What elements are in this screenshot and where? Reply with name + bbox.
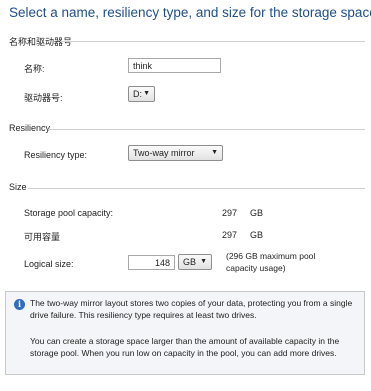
resiliency-type-dropdown[interactable]: Two-way mirror ▼: [128, 145, 223, 161]
info-panel: i The two-way mirror layout stores two c…: [5, 291, 365, 375]
logical-size-unit-dropdown[interactable]: GB ▼: [178, 254, 212, 270]
name-label: 名称:: [24, 64, 45, 74]
size-group-title: Size: [9, 182, 27, 192]
name-field[interactable]: think: [128, 58, 221, 73]
info-paragraph-capacity: You can create a storage space larger th…: [30, 336, 340, 358]
drive-letter-value: D:: [133, 89, 142, 99]
available-capacity-value: 297: [222, 230, 238, 240]
available-capacity-label: 可用容量: [24, 232, 61, 242]
logical-size-field[interactable]: 148: [128, 255, 175, 270]
drive-letter-label: 驱动器号:: [24, 93, 63, 103]
chevron-down-icon: ▼: [143, 90, 150, 97]
resiliency-group-title: Resiliency: [9, 123, 51, 133]
page-title: Select a name, resiliency type, and size…: [9, 5, 371, 20]
chevron-down-icon: ▼: [211, 149, 218, 156]
resiliency-type-label: Resiliency type:: [24, 150, 88, 160]
pool-capacity-label: Storage pool capacity:: [24, 208, 114, 218]
resiliency-type-value: Two-way mirror: [133, 148, 195, 158]
info-paragraph-resiliency: The two-way mirror layout stores two cop…: [30, 298, 353, 320]
max-capacity-note: (296 GB maximum pool capacity usage): [226, 251, 316, 273]
logical-size-label: Logical size:: [24, 259, 74, 269]
drive-letter-dropdown[interactable]: D: ▼: [128, 86, 155, 102]
info-icon: i: [14, 299, 25, 310]
available-capacity-unit: GB: [250, 230, 264, 240]
pool-capacity-unit: GB: [250, 208, 264, 218]
group-divider: [28, 188, 365, 189]
chevron-down-icon: ▼: [200, 258, 207, 265]
group-divider: [60, 41, 365, 42]
pool-capacity-value: 297: [222, 208, 238, 218]
logical-size-unit-value: GB: [183, 257, 197, 267]
group-divider: [48, 129, 365, 130]
